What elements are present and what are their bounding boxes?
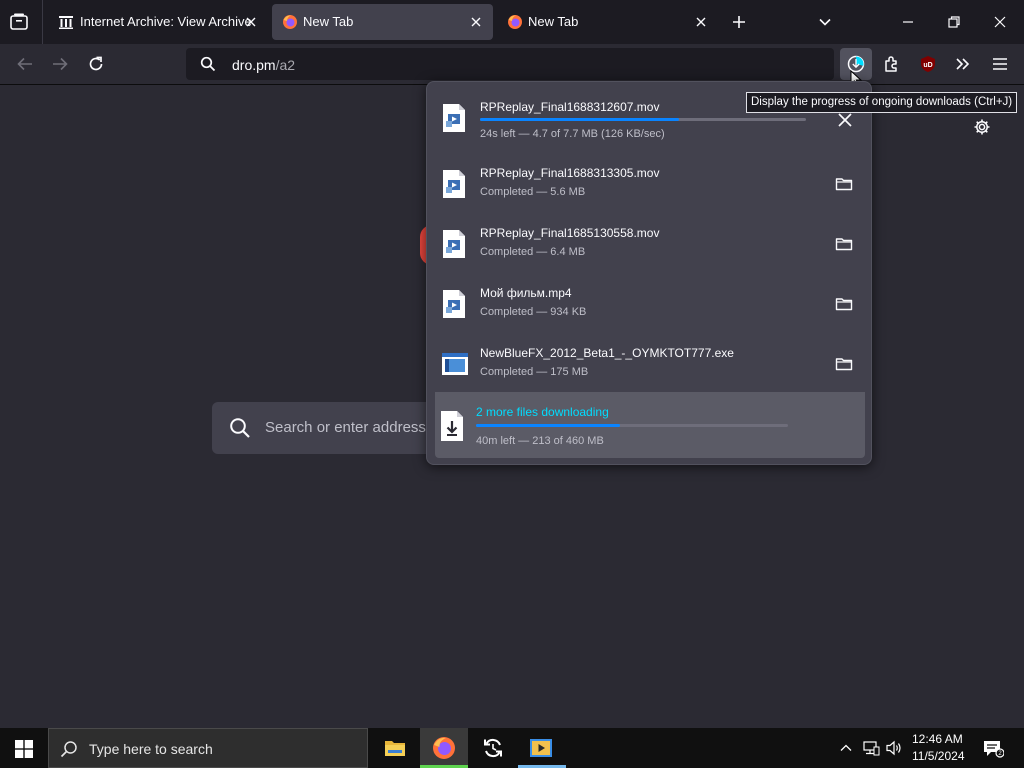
folder-icon[interactable] [835, 296, 853, 312]
firefox-icon [507, 14, 523, 30]
tab-title: Internet Archive: View Archive [80, 14, 252, 29]
tab-title: New Tab [528, 14, 579, 29]
downloads-summary[interactable]: 2 more files downloading 40m left — 213 … [435, 392, 865, 458]
download-filename: Мой фильм.mp4 [480, 286, 572, 300]
cancel-icon[interactable] [837, 112, 853, 128]
url-host: dro.pm [232, 57, 276, 73]
list-all-tabs-icon[interactable] [817, 14, 833, 30]
address-bar[interactable]: dro.pm/a2 [186, 48, 834, 80]
download-progress-bar [480, 118, 806, 121]
download-arrow-icon [439, 410, 465, 442]
close-window-icon[interactable] [992, 14, 1008, 30]
svg-text:uD: uD [923, 62, 932, 69]
navigation-toolbar: dro.pm/a2 uD [0, 44, 1024, 87]
download-item[interactable]: RPReplay_Final1685130558.mov Completed —… [435, 216, 865, 276]
video-file-icon [441, 289, 467, 319]
download-filename: RPReplay_Final1688313305.mov [480, 166, 660, 180]
close-tab-icon[interactable] [244, 15, 258, 29]
download-progress-fill [480, 118, 679, 121]
page-search-placeholder: Search or enter address [265, 419, 426, 436]
taskbar-clock-time[interactable]: 12:46 AM [912, 732, 963, 746]
download-status: 24s left — 4.7 of 7.7 MB (126 KB/sec) [480, 128, 665, 140]
forward-arrow-icon[interactable] [51, 56, 69, 72]
video-file-icon [441, 103, 467, 133]
download-item[interactable]: NewBlueFX_2012_Beta1_-_OYMKTOT777.exe Co… [435, 336, 865, 396]
firefox-icon [432, 736, 456, 760]
taskbar-clock-date[interactable]: 11/5/2024 [912, 749, 965, 763]
notification-center-icon[interactable]: 2 [982, 739, 1004, 759]
windows-taskbar: Type here to search 12:46 AM 11/5/2024 2 [0, 728, 1024, 768]
url-path: /a2 [275, 57, 296, 73]
download-filename: NewBlueFX_2012_Beta1_-_OYMKTOT777.exe [480, 346, 734, 360]
downloads-panel: RPReplay_Final1688312607.mov 24s left — … [426, 81, 872, 465]
close-tab-icon[interactable] [469, 15, 483, 29]
download-filename: RPReplay_Final1688312607.mov [480, 100, 660, 114]
search-icon [60, 740, 78, 758]
tab-new-tab[interactable]: New Tab [497, 4, 719, 40]
tab-new-tab-active[interactable]: New Tab [272, 4, 493, 40]
tab-divider [42, 0, 43, 44]
summary-status: 40m left — 213 of 460 MB [476, 435, 604, 447]
hamburger-menu-icon[interactable] [991, 56, 1009, 72]
network-icon[interactable] [862, 740, 880, 756]
video-file-icon [441, 229, 467, 259]
folder-icon[interactable] [835, 356, 853, 372]
tab-overview-icon[interactable] [8, 11, 30, 33]
volume-icon[interactable] [885, 740, 903, 756]
exe-file-icon [441, 349, 468, 379]
settings-gear-icon[interactable] [973, 118, 991, 136]
download-status: Completed — 5.6 MB [480, 186, 586, 198]
tab-title: New Tab [303, 14, 354, 29]
tab-internet-archive[interactable]: Internet Archive: View Archive [48, 4, 268, 40]
new-tab-button[interactable] [731, 14, 747, 30]
windows-start-icon[interactable] [15, 740, 33, 758]
folder-icon[interactable] [835, 236, 853, 252]
search-icon [200, 56, 216, 72]
sync-app-icon [482, 737, 504, 759]
minimize-window-icon[interactable] [900, 14, 916, 30]
download-item[interactable]: Мой фильм.mp4 Completed — 934 KB [435, 276, 865, 336]
summary-title: 2 more files downloading [476, 405, 609, 419]
tab-strip: Internet Archive: View Archive New Tab N… [0, 0, 1024, 44]
close-tab-icon[interactable] [694, 15, 708, 29]
media-player-icon [529, 738, 553, 758]
folder-icon[interactable] [835, 176, 853, 192]
taskbar-search-box[interactable]: Type here to search [48, 728, 368, 768]
summary-progress-fill [476, 424, 620, 427]
firefox-icon [282, 14, 298, 30]
download-item[interactable]: RPReplay_Final1688313305.mov Completed —… [435, 156, 865, 216]
overflow-chevrons-icon[interactable] [954, 56, 972, 72]
reload-icon[interactable] [87, 55, 105, 73]
search-icon [229, 417, 251, 439]
video-file-icon [441, 169, 467, 199]
address-text: dro.pm/a2 [232, 57, 295, 73]
summary-progress-bar [476, 424, 788, 427]
taskbar-media-player[interactable] [518, 728, 566, 768]
downloads-button[interactable] [840, 48, 872, 87]
chevron-up-icon[interactable] [839, 741, 853, 755]
taskbar-sync-app[interactable] [469, 728, 517, 768]
download-status: Completed — 175 MB [480, 366, 589, 378]
back-arrow-icon[interactable] [16, 56, 34, 72]
downloads-tooltip: Display the progress of ongoing download… [746, 92, 1018, 113]
ublock-origin-icon[interactable]: uD [919, 55, 937, 73]
download-status: Completed — 934 KB [480, 306, 587, 318]
taskbar-firefox[interactable] [420, 728, 468, 768]
taskbar-file-explorer[interactable] [371, 728, 419, 768]
download-status: Completed — 6.4 MB [480, 246, 586, 258]
download-filename: RPReplay_Final1685130558.mov [480, 226, 660, 240]
file-explorer-icon [384, 738, 406, 758]
restore-window-icon[interactable] [946, 14, 962, 30]
extensions-icon[interactable] [883, 55, 901, 73]
taskbar-search-placeholder: Type here to search [89, 741, 213, 757]
archive-icon [58, 14, 74, 30]
